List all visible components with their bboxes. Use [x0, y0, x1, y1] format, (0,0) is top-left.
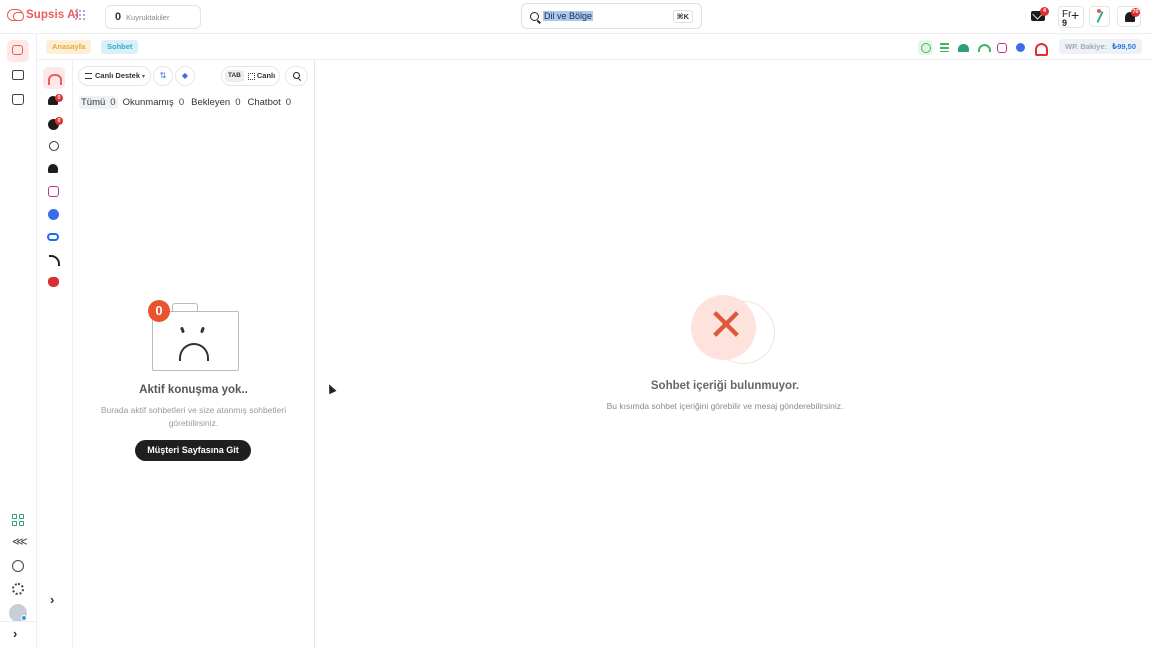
history-icon[interactable]: [49, 141, 59, 151]
grid-icon: [247, 72, 255, 80]
gear-icon[interactable]: [12, 583, 24, 595]
tab-label: Tümü: [81, 97, 106, 108]
connection-icon[interactable]: [975, 40, 991, 55]
search-icon: [530, 11, 539, 21]
sidebar-divider: [0, 621, 37, 622]
tab-waiting[interactable]: Bekleyen 0: [189, 96, 242, 109]
queue-count: 0: [115, 11, 122, 23]
tab-count: 0: [110, 97, 116, 108]
queue-filter-label: Canlı Destek: [95, 71, 141, 80]
messenger-icon[interactable]: [1013, 40, 1028, 55]
live-view-label: Canlı: [256, 71, 276, 80]
channel-status-icons: [918, 40, 1048, 56]
filter-toolbar: Canlı Destek ▾ ⇅ ◆ TAB Canlı: [78, 66, 308, 86]
tab-label: Okunmamış: [122, 97, 174, 108]
headset-icon: [48, 73, 62, 85]
tab-count: 0: [178, 97, 185, 108]
queue-channel-icon[interactable]: [937, 40, 952, 55]
search-icon: [293, 72, 300, 79]
tab-label: Chatbot: [247, 97, 281, 108]
sidebar-item-chat[interactable]: [7, 40, 29, 62]
empty-chat-description: Bu kısımda sohbet içeriğini görebilir ve…: [606, 401, 844, 411]
notifications-badge: 70: [1131, 8, 1140, 17]
queue-filter-dropdown[interactable]: Canlı Destek ▾: [78, 66, 151, 86]
instagram-icon[interactable]: [994, 40, 1009, 55]
rss-icon[interactable]: [49, 255, 61, 267]
main-sidebar: ›: [0, 34, 37, 648]
search-shortcut: ⌘K: [672, 10, 693, 23]
balance-value: ₺99,50: [1112, 42, 1136, 51]
layers-button[interactable]: ◆: [175, 66, 195, 86]
tab-count: 0: [285, 97, 292, 108]
clock-icon[interactable]: [12, 560, 24, 572]
expand-sidebar-icon[interactable]: ›: [13, 626, 17, 641]
livechat-channel-icon[interactable]: [918, 40, 933, 55]
language-count: 9: [1062, 18, 1068, 28]
view-toggle[interactable]: TAB Canlı: [221, 66, 280, 86]
empty-count-badge: 0: [148, 300, 170, 322]
breadcrumb-chat[interactable]: Sohbet: [101, 40, 139, 54]
mail-badge: 4: [1040, 7, 1049, 16]
wp-balance: WP. Bakiye: ₺99,50: [1059, 39, 1142, 54]
search-input[interactable]: Dil ve Bölge: [543, 11, 594, 21]
go-to-customer-page-button[interactable]: Müşteri Sayfasına Git: [135, 440, 251, 461]
tab-all[interactable]: Tümü 0: [79, 96, 118, 109]
dashboard-icon[interactable]: [12, 514, 24, 526]
close-icon: ✕: [707, 301, 745, 350]
chevron-down-icon: ▾: [142, 74, 146, 80]
filter-icon: [85, 73, 92, 79]
expand-panel-icon[interactable]: ›: [50, 592, 54, 607]
empty-conversations-title: Aktif konuşma yok..: [139, 384, 248, 396]
spark-icon: [1097, 9, 1101, 13]
meta-icon[interactable]: [47, 233, 59, 241]
instagram-channel-icon[interactable]: [48, 186, 59, 197]
app-logo[interactable]: Supsis Ai: [7, 9, 79, 21]
global-search[interactable]: Dil ve Bölge ⌘K: [521, 3, 702, 29]
agents-channel-icon[interactable]: [956, 40, 971, 55]
team-icon[interactable]: [48, 164, 58, 173]
top-bar: Supsis Ai 0 Kuyruktakiler Dil ve Bölge ⌘…: [0, 0, 1152, 34]
channel-live-support[interactable]: [43, 67, 65, 89]
plus-icon: +: [1071, 7, 1080, 23]
bluesky-icon[interactable]: [48, 277, 59, 287]
mouse-cursor: [325, 382, 337, 395]
tab-unread[interactable]: Okunmamış 0: [121, 96, 187, 109]
messenger-channel-icon[interactable]: [48, 209, 59, 220]
chat-channel-rail: 0 0 ›: [37, 60, 72, 648]
empty-chat-title: Sohbet içeriği bulunmuyor.: [650, 380, 800, 392]
sidebar-item-inbox-icon[interactable]: [12, 94, 24, 105]
conversation-search-button[interactable]: [285, 66, 308, 86]
whatsapp-badge: 0: [55, 117, 63, 125]
empty-conversations-description: Burada aktif sohbetleri ve size atanmış …: [100, 405, 287, 428]
tab-shortcut: TAB: [225, 70, 244, 83]
breadcrumb-home[interactable]: Anasayfa: [46, 40, 92, 54]
support-channel-icon[interactable]: [1032, 40, 1048, 56]
queue-label: Kuyruktakiler: [126, 12, 170, 22]
chat-icon: [12, 45, 23, 55]
queue-counter[interactable]: 0 Kuyruktakiler: [105, 5, 201, 29]
tab-label: Bekleyen: [191, 97, 231, 108]
sub-header: Anasayfa Sohbet WP. Bakiye: ₺99,50: [37, 34, 1152, 60]
sort-button[interactable]: ⇅: [153, 66, 173, 86]
logo-icon: [7, 9, 24, 21]
apps-grid-icon[interactable]: [75, 10, 85, 20]
language-button[interactable]: Fr + 9: [1058, 6, 1084, 28]
balance-label: WP. Bakiye:: [1065, 42, 1107, 51]
assigned-badge: 0: [55, 94, 63, 102]
tab-count: 0: [235, 97, 241, 108]
tab-chatbot[interactable]: Chatbot 0: [246, 96, 294, 109]
magic-wand-button[interactable]: [1089, 6, 1110, 27]
status-tabs: Tümü 0 Okunmamış 0 Bekleyen 0 Chatbot 0: [79, 96, 293, 109]
share-icon[interactable]: [12, 535, 28, 553]
app-name: Supsis Ai: [26, 9, 79, 21]
sidebar-item-tickets-icon[interactable]: [12, 70, 24, 80]
